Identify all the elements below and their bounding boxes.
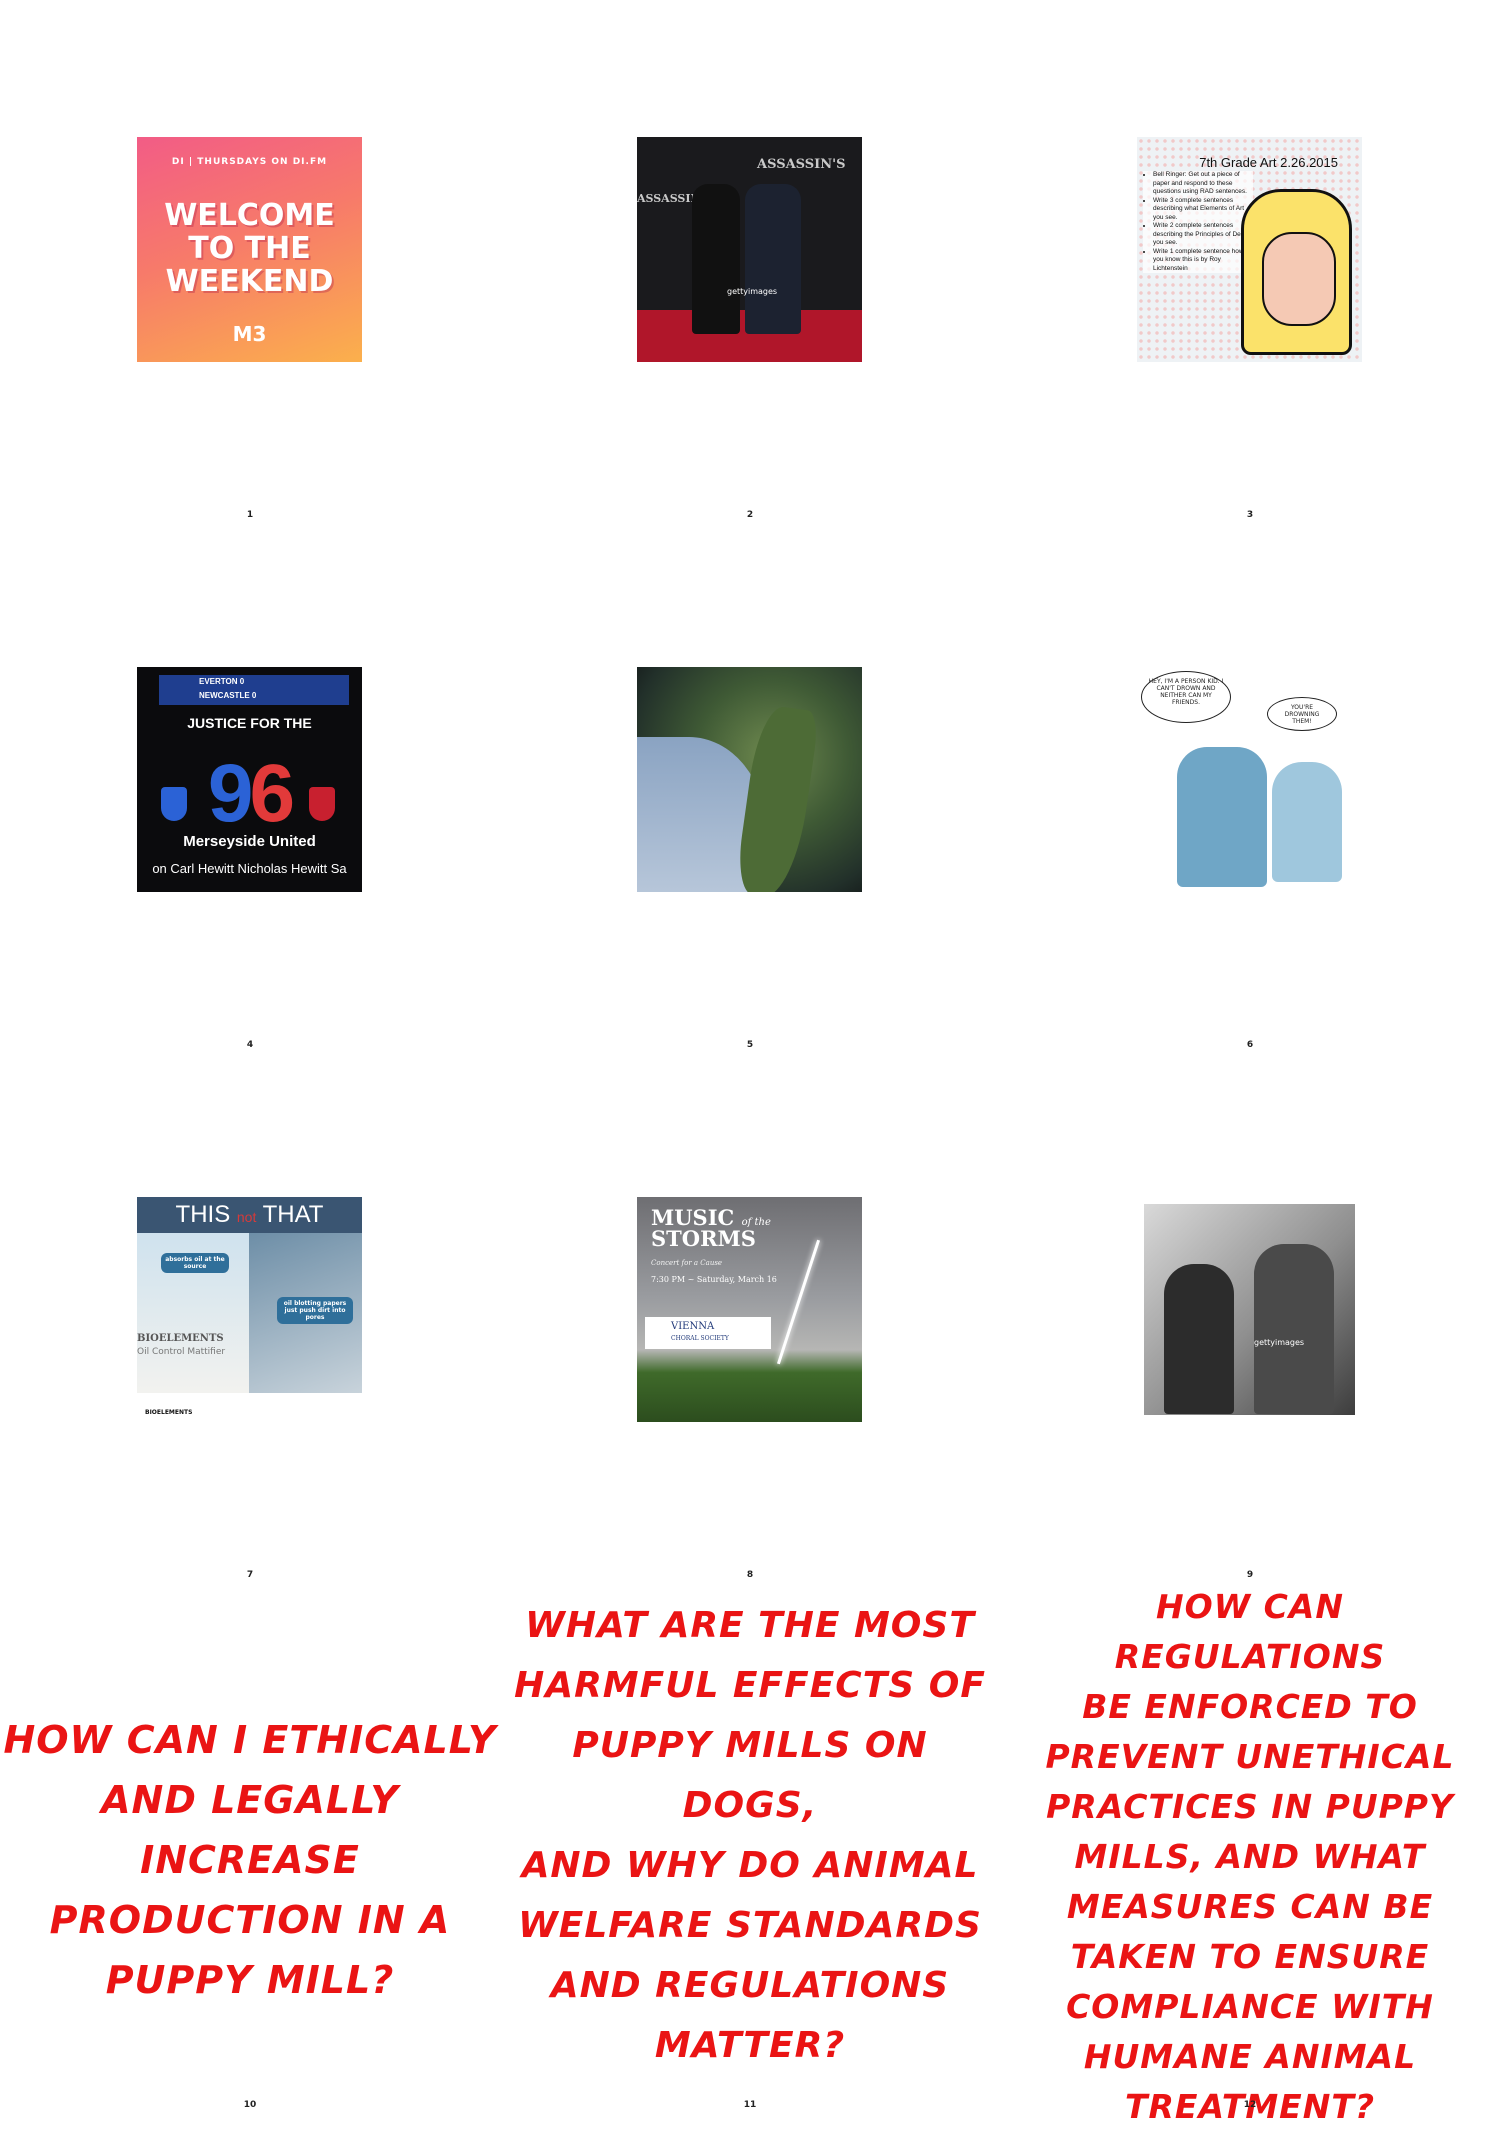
- tile-1-image[interactable]: DI | THURSDAYS ON DI.FM WELCOME TO THE W…: [137, 137, 362, 362]
- digit-nine: 9: [207, 748, 254, 839]
- tile-8-number: 8: [746, 1570, 754, 1580]
- question-line: measures can be: [1066, 1887, 1434, 1926]
- bw-photo: gettyimages: [1144, 1204, 1355, 1415]
- tile-8-image[interactable]: MUSIC of the STORMS Concert for a Cause …: [637, 1197, 862, 1422]
- tile-1-logo: M3: [232, 322, 267, 346]
- tile-2-image[interactable]: ASSASSIN'S ASSASSIN'S gettyimages: [637, 137, 862, 362]
- comic-face: [1241, 189, 1352, 355]
- tile-7-image[interactable]: THIS not THAT BIOELEMENTS Oil Control Ma…: [137, 1197, 362, 1422]
- question-line: and legally increase: [101, 1778, 399, 1882]
- tile-4-headline: JUSTICE FOR THE: [187, 715, 312, 731]
- tile-12-number: 12: [1243, 2100, 1257, 2110]
- tile-4-number: 4: [246, 1040, 254, 1050]
- tile-11-number: 11: [743, 2100, 757, 2110]
- tile-4-image[interactable]: EVERTON 0 NEWCASTLE 0 JUSTICE FOR THE 96…: [137, 667, 362, 892]
- question-line: be enforced to: [1082, 1687, 1418, 1726]
- question-line: puppy mill?: [105, 1958, 395, 2002]
- tile-2-credit: gettyimages: [727, 287, 778, 296]
- tile-grid: DI | THURSDAYS ON DI.FM WELCOME TO THE W…: [0, 0, 1500, 2126]
- tile-5-image[interactable]: [637, 667, 862, 892]
- tile-9-credit: gettyimages: [1254, 1338, 1305, 1347]
- title-storms: STORMS: [651, 1226, 756, 1251]
- comic-skin: [1262, 232, 1336, 326]
- question-line: compliance with: [1066, 1987, 1434, 2026]
- question-line: humane animal: [1083, 2037, 1417, 2076]
- question-line: matter?: [654, 2025, 846, 2066]
- tile-2-brand: ASSASSIN'S: [757, 157, 846, 172]
- tile-3-bullet: Write 3 complete sentences describing wh…: [1153, 197, 1253, 223]
- tile-1-line-1: WELCOME: [164, 198, 335, 233]
- person-right: [745, 184, 801, 334]
- vienna-logo: VIENNA CHORAL SOCIETY: [645, 1317, 771, 1349]
- question-line: puppy mills on dogs,: [572, 1725, 928, 1826]
- liverpool-crest-icon: [309, 787, 335, 821]
- tile-9-number: 9: [1246, 1570, 1254, 1580]
- question-line: production in a: [49, 1898, 451, 1942]
- org-name: VIENNA: [671, 1321, 715, 1332]
- tile-7-number: 7: [246, 1570, 254, 1580]
- question-line: practices in puppy: [1046, 1787, 1454, 1826]
- score-row: NEWCASTLE 0: [199, 691, 257, 700]
- speech-bubble-2: YOU'RE DROWNING THEM!: [1267, 697, 1337, 731]
- question-11: What are the most harmful effects of pup…: [510, 1596, 990, 2076]
- tile-5-number: 5: [746, 1040, 754, 1050]
- label-absorbs: absorbs oil at the source: [161, 1253, 229, 1273]
- tile-7-band: THIS not THAT: [137, 1197, 362, 1233]
- question-line: taken to ensure: [1070, 1937, 1430, 1976]
- tile-1-line-2: TO THE: [188, 231, 311, 266]
- question-line: and why do animal: [521, 1845, 979, 1886]
- tile-10-number: 10: [243, 2100, 257, 2110]
- band-not: not: [236, 1209, 257, 1225]
- question-line: How can I ethically: [3, 1718, 497, 1762]
- band-this: THIS: [175, 1201, 231, 1228]
- tile-4-names: on Carl Hewitt Nicholas Hewitt Sa: [152, 861, 347, 876]
- person-left: [692, 184, 740, 334]
- map-land: [734, 703, 820, 892]
- product-sub: Oil Control Mattifier: [137, 1347, 226, 1357]
- question-line: mills, and what: [1074, 1837, 1426, 1876]
- comic-figure-2: [1272, 762, 1342, 882]
- tile-1-headline: WELCOME TO THE WEEKEND: [137, 199, 362, 298]
- question-line: How can regulations: [1114, 1587, 1386, 1676]
- everton-crest-icon: [161, 787, 187, 821]
- tile-3-bullet: Bell Ringer: Get out a piece of paper an…: [1153, 171, 1253, 197]
- band-that: THAT: [262, 1201, 324, 1228]
- question-line: harmful effects of: [514, 1665, 986, 1706]
- tile-3-bullet: Write 1 complete sentence how you know t…: [1153, 248, 1253, 274]
- scoreboard: EVERTON 0 NEWCASTLE 0: [159, 675, 349, 705]
- comic-figure-1: [1177, 747, 1267, 887]
- digit-six: 6: [249, 748, 296, 839]
- tile-3-title: 7th Grade Art 2.26.2015: [1199, 155, 1338, 170]
- tile-6-number: 6: [1246, 1040, 1254, 1050]
- tile-2-number: 2: [746, 510, 754, 520]
- speech-bubble-1: HEY, I'M A PERSON KID. I CAN'T DROWN AND…: [1141, 671, 1231, 723]
- tile-3-bullet: Write 2 complete sentences describing th…: [1153, 222, 1253, 248]
- question-line: prevent unethical: [1045, 1737, 1455, 1776]
- question-line: What are the most: [525, 1605, 975, 1646]
- tile-1-top-text: DI | THURSDAYS ON DI.FM: [171, 157, 328, 167]
- tile-8-date: 7:30 PM ~ Saturday, March 16: [651, 1275, 777, 1284]
- question-line: and regulations: [550, 1965, 950, 2006]
- tile-8-title: MUSIC of the STORMS: [651, 1207, 771, 1249]
- score-row: EVERTON 0: [199, 677, 245, 686]
- org-sub: CHORAL SOCIETY: [671, 1335, 729, 1342]
- tile-3-bullets: Bell Ringer: Get out a piece of paper an…: [1143, 171, 1253, 273]
- product-name: BIOELEMENTS: [137, 1333, 224, 1344]
- tile-3-number: 3: [1246, 510, 1254, 520]
- photo-woman: [1164, 1264, 1234, 1414]
- tile-7-footer: BIOELEMENTS: [145, 1409, 193, 1416]
- tile-6-image[interactable]: HEY, I'M A PERSON KID. I CAN'T DROWN AND…: [1137, 667, 1362, 892]
- tile-3-image[interactable]: 7th Grade Art 2.26.2015 Bell Ringer: Get…: [1137, 137, 1362, 362]
- question-10: How can I ethically and legally increase…: [0, 1710, 500, 2010]
- tile-4-subline: Merseyside United: [183, 833, 316, 850]
- photo-man: [1254, 1244, 1334, 1414]
- tile-1-number: 1: [246, 510, 254, 520]
- question-line: welfare standards: [518, 1905, 982, 1946]
- lightning-icon: [776, 1239, 821, 1365]
- question-12: How can regulations be enforced to preve…: [1040, 1582, 1460, 2132]
- tile-1-line-3: WEEKEND: [165, 264, 334, 299]
- tile-8-subtitle: Concert for a Cause: [651, 1259, 723, 1267]
- tile-9-image[interactable]: gettyimages: [1137, 1197, 1362, 1422]
- label-blotting: oil blotting papers just push dirt into …: [277, 1297, 353, 1324]
